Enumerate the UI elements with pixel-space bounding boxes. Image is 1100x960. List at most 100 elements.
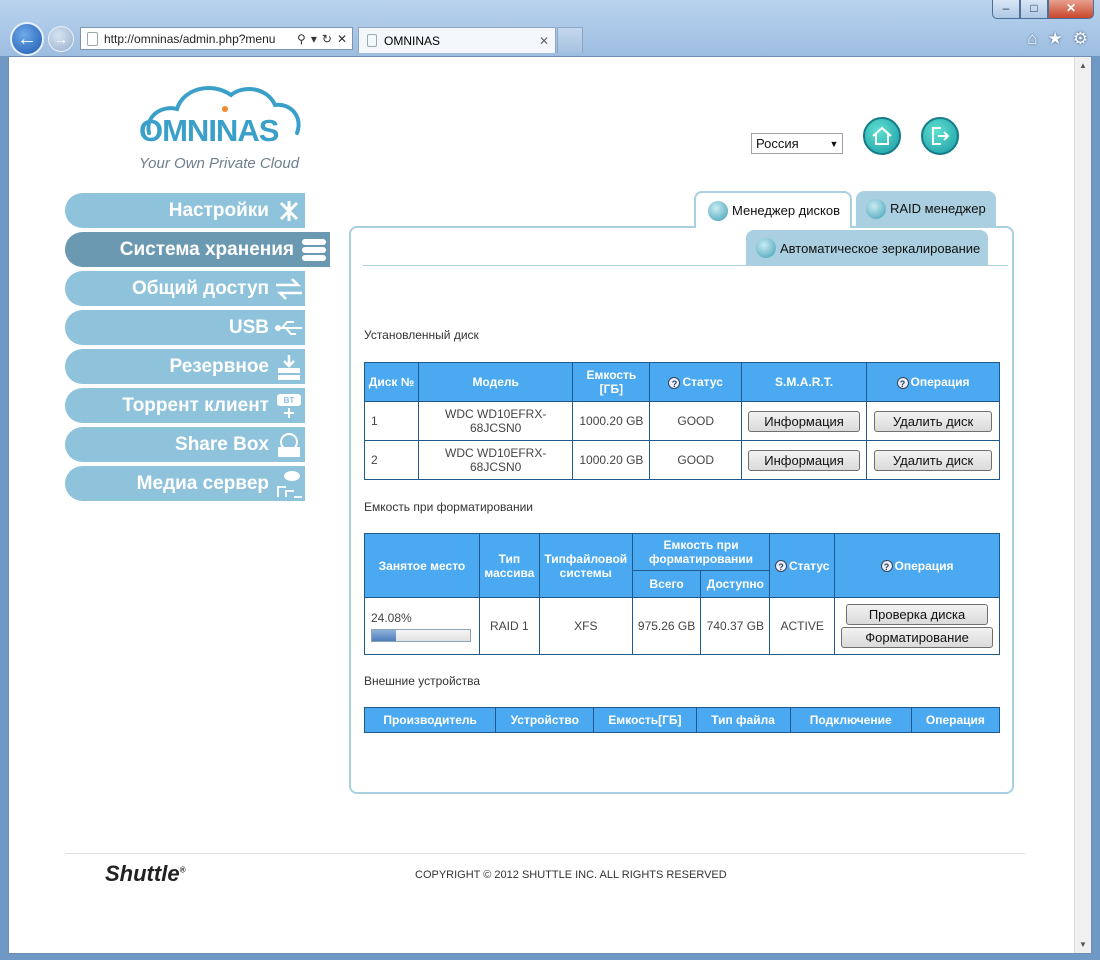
nav-item-torrent[interactable]: Торрент клиент BT (65, 388, 305, 423)
operation-cell: Удалить диск (866, 440, 1000, 480)
logout-icon (932, 127, 950, 145)
maximize-button[interactable]: □ (1020, 0, 1048, 19)
table-row: 24.08% RAID 1 XFS 975.26 GB 740.37 GB AC… (364, 597, 1000, 655)
help-icon[interactable]: ? (774, 560, 787, 573)
home-icon (872, 126, 892, 145)
page-icon (367, 34, 377, 47)
table-row: 1 WDC WD10EFRX-68JCSN0 1000.20 GB GOOD И… (364, 401, 1000, 441)
nav-label: Система хранения (119, 238, 294, 260)
column-header: Емкость[ГБ] (593, 707, 697, 733)
nav-item-usb[interactable]: USB (65, 310, 305, 345)
disk-icon (866, 198, 886, 219)
tab-title: OMNINAS (384, 33, 441, 48)
forward-button[interactable]: → (48, 26, 74, 52)
external-devices-table: Производитель Устройство Емкость[ГБ] Тип… (363, 707, 1001, 733)
array-type: RAID 1 (478, 597, 540, 655)
used-percent: 24.08% (371, 610, 412, 625)
disk-status: GOOD (649, 401, 743, 441)
share-arrows-icon (273, 274, 305, 304)
new-tab-button[interactable] (557, 27, 583, 53)
minimize-button[interactable]: – (992, 0, 1020, 19)
scroll-up-icon[interactable]: ▲ (1075, 57, 1091, 74)
help-icon[interactable]: ? (880, 560, 893, 573)
tab-disk-manager[interactable]: Менеджер дисков (694, 191, 852, 228)
nav-label: Резервное (169, 355, 269, 377)
chevron-down-icon: ▼ (829, 138, 839, 149)
nav-item-media-server[interactable]: Медиа сервер (65, 466, 305, 501)
smart-info-button[interactable]: Информация (748, 449, 861, 471)
vertical-scrollbar[interactable]: ▲ ▼ (1074, 57, 1091, 953)
smart-cell: Информация (741, 401, 868, 441)
nav-item-settings[interactable]: Настройки (65, 193, 305, 228)
window-controls: – □ ✕ (992, 0, 1094, 19)
formatted-capacity-title: Емкость при форматировании (364, 500, 533, 514)
logout-button[interactable] (921, 117, 959, 155)
installed-disk-title: Установленный диск (364, 328, 479, 342)
column-header: Тип массива (478, 533, 540, 598)
dropdown-icon[interactable]: ▾ (311, 32, 317, 46)
column-header: Производитель (363, 707, 497, 733)
help-icon[interactable]: ? (896, 376, 909, 389)
media-server-icon (273, 469, 305, 499)
favorites-star-icon[interactable]: ★ (1048, 29, 1063, 49)
nav-label: Share Box (175, 433, 269, 455)
column-header-status: ? Статус (649, 362, 743, 402)
column-header-operation: ? Операция (834, 533, 1000, 598)
stop-icon[interactable]: ✕ (337, 32, 347, 46)
smart-cell: Информация (741, 440, 868, 480)
disk-status: GOOD (649, 440, 743, 480)
external-devices-title: Внешние устройства (364, 674, 481, 688)
browser-tab[interactable]: OMNINAS ✕ (358, 27, 556, 53)
home-button[interactable] (863, 117, 901, 155)
svg-text:BT: BT (284, 396, 295, 405)
close-tab-icon[interactable]: ✕ (539, 34, 549, 48)
nav-label: Медиа сервер (136, 472, 269, 494)
nav-item-backup[interactable]: Резервное (65, 349, 305, 384)
column-header: Операция (910, 707, 1001, 733)
storage-icon (298, 235, 330, 265)
nav-item-sharebox[interactable]: Share Box (65, 427, 305, 462)
nav-label: Настройки (168, 199, 269, 221)
refresh-icon[interactable]: ↻ (322, 32, 332, 46)
language-select[interactable]: Россия ▼ (751, 133, 843, 154)
help-icon[interactable]: ? (668, 376, 681, 389)
smart-info-button[interactable]: Информация (748, 410, 861, 432)
shuttle-logo: Shuttle® (105, 861, 186, 886)
column-header: Доступно (700, 570, 771, 598)
backup-icon (273, 352, 305, 382)
column-header: Диск № (364, 362, 419, 402)
address-text[interactable]: http://omninas/admin.php?menu (104, 32, 297, 46)
column-header: S.M.A.R.T. (741, 362, 868, 402)
tab-label: Менеджер дисков (732, 203, 840, 218)
column-header: Емкость [ГБ] (572, 362, 651, 402)
disk-icon (756, 238, 776, 258)
gear-icon[interactable]: ⚙ (1073, 29, 1088, 49)
tab-auto-mirror[interactable]: Автоматическое зеркалирование (746, 230, 988, 266)
home-icon[interactable]: ⌂ (1027, 29, 1037, 49)
page-icon (87, 31, 98, 46)
remove-disk-button[interactable]: Удалить диск (874, 410, 993, 432)
table-row: 2 WDC WD10EFRX-68JCSN0 1000.20 GB GOOD И… (364, 440, 1000, 480)
nav-item-sharing[interactable]: Общий доступ (65, 271, 305, 306)
scroll-down-icon[interactable]: ▼ (1075, 936, 1091, 953)
omninas-logo[interactable]: OMNINAS Your Own Private Cloud (135, 75, 305, 172)
format-button[interactable]: Форматирование (841, 627, 994, 648)
divider (363, 265, 1008, 266)
table-header-row: Диск № Модель Емкость [ГБ] ? Статус S.M.A… (364, 362, 1000, 402)
back-button[interactable]: ← (10, 22, 44, 56)
column-header: Занятое место (364, 533, 480, 598)
check-disk-button[interactable]: Проверка диска (846, 604, 989, 625)
search-icon[interactable]: ⚲ (297, 32, 306, 46)
language-value: Россия (756, 136, 799, 151)
close-window-button[interactable]: ✕ (1048, 0, 1094, 19)
remove-disk-button[interactable]: Удалить диск (874, 449, 993, 471)
address-bar[interactable]: http://omninas/admin.php?menu ⚲ ▾ ↻ ✕ (80, 27, 353, 50)
tab-raid-manager[interactable]: RAID менеджер (856, 191, 996, 226)
copyright-text: COPYRIGHT © 2012 SHUTTLE INC. ALL RIGHTS… (415, 869, 727, 881)
logo-tagline: Your Own Private Cloud (139, 155, 300, 172)
disk-number: 1 (364, 401, 419, 441)
nav-item-storage[interactable]: Система хранения (65, 232, 330, 267)
column-header: Модель (417, 362, 574, 402)
bittorrent-icon: BT (273, 391, 305, 421)
column-header: Всего (631, 570, 702, 598)
